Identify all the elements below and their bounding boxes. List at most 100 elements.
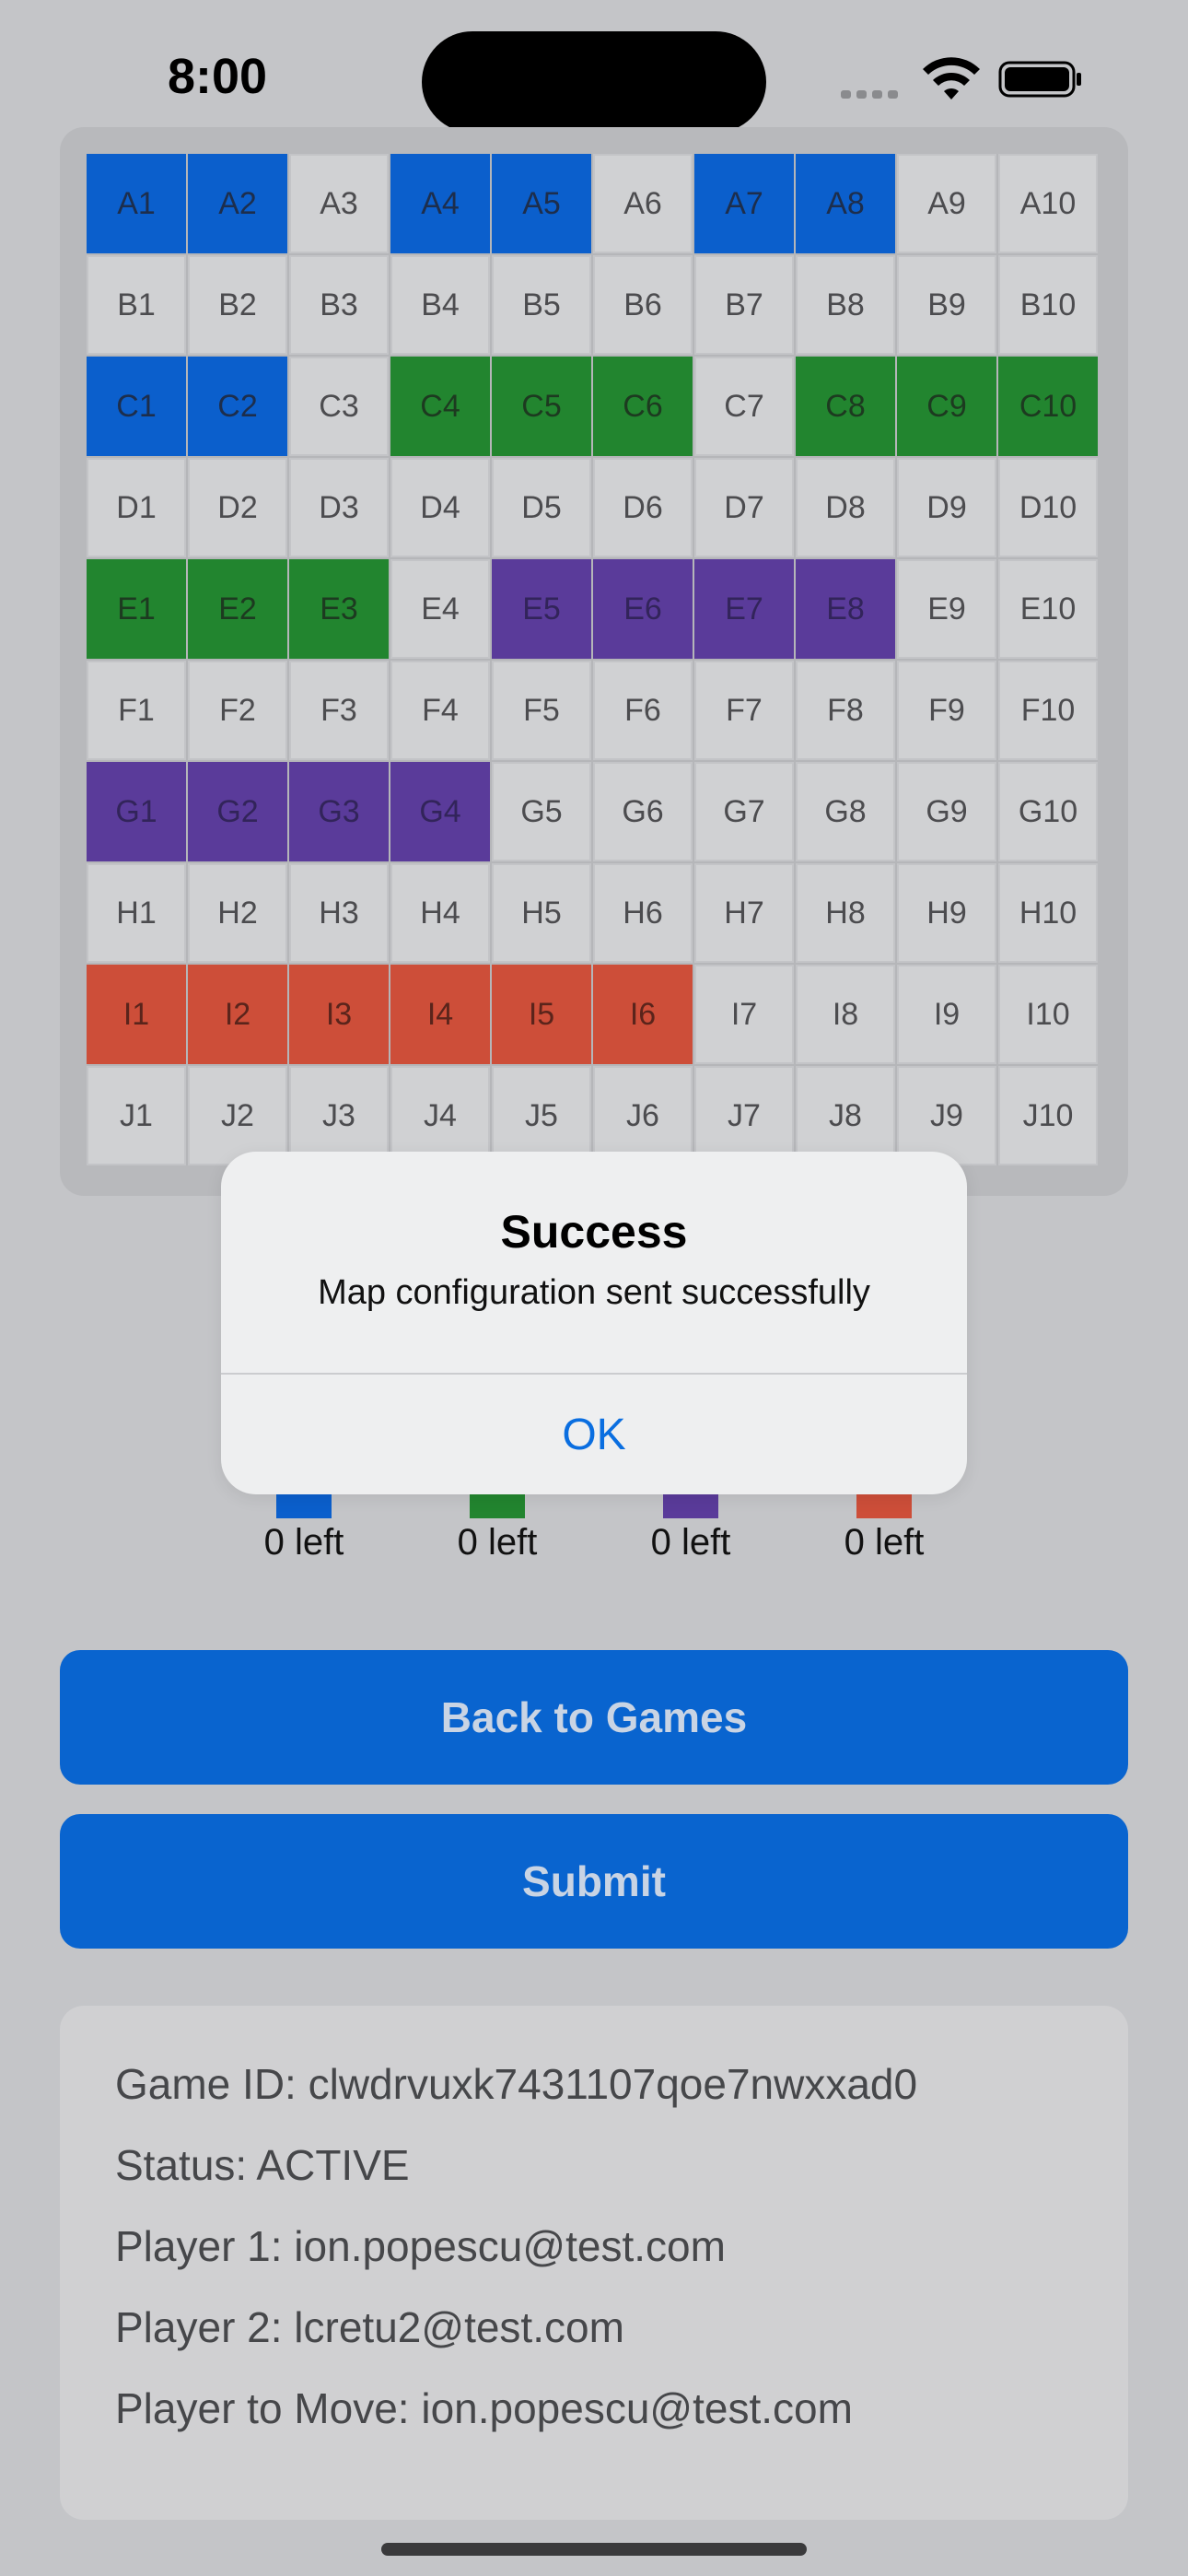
board-cell-d5[interactable]: D5 [492,458,591,557]
board-cell-b8[interactable]: B8 [796,255,895,355]
board-cell-e10[interactable]: E10 [998,559,1098,659]
board-cell-f10[interactable]: F10 [998,661,1098,760]
board-cell-c6[interactable]: C6 [593,357,693,456]
board-cell-g2[interactable]: G2 [188,762,287,861]
board-cell-c7[interactable]: C7 [694,357,794,456]
board-cell-j7[interactable]: J7 [694,1066,794,1165]
board-cell-f8[interactable]: F8 [796,661,895,760]
board-cell-f1[interactable]: F1 [87,661,186,760]
board-cell-a2[interactable]: A2 [188,154,287,253]
board-cell-a4[interactable]: A4 [390,154,490,253]
board-cell-j5[interactable]: J5 [492,1066,591,1165]
board-cell-e4[interactable]: E4 [390,559,490,659]
board-cell-j2[interactable]: J2 [188,1066,287,1165]
board-cell-f7[interactable]: F7 [694,661,794,760]
board-cell-h3[interactable]: H3 [289,863,389,963]
board-cell-e3[interactable]: E3 [289,559,389,659]
board-cell-f4[interactable]: F4 [390,661,490,760]
board-cell-g10[interactable]: G10 [998,762,1098,861]
board-cell-d7[interactable]: D7 [694,458,794,557]
board-cell-e2[interactable]: E2 [188,559,287,659]
board-cell-f9[interactable]: F9 [897,661,996,760]
board-cell-d10[interactable]: D10 [998,458,1098,557]
board-cell-e6[interactable]: E6 [593,559,693,659]
board-cell-i10[interactable]: I10 [998,965,1098,1064]
board-cell-f6[interactable]: F6 [593,661,693,760]
board-cell-g4[interactable]: G4 [390,762,490,861]
board-cell-a5[interactable]: A5 [492,154,591,253]
board-cell-g1[interactable]: G1 [87,762,186,861]
board-cell-i3[interactable]: I3 [289,965,389,1064]
board-cell-e8[interactable]: E8 [796,559,895,659]
board-cell-i1[interactable]: I1 [87,965,186,1064]
board-cell-d8[interactable]: D8 [796,458,895,557]
board-cell-j9[interactable]: J9 [897,1066,996,1165]
board-cell-e5[interactable]: E5 [492,559,591,659]
board-cell-i6[interactable]: I6 [593,965,693,1064]
board-cell-a8[interactable]: A8 [796,154,895,253]
board-cell-d2[interactable]: D2 [188,458,287,557]
board-cell-a3[interactable]: A3 [289,154,389,253]
board-cell-b3[interactable]: B3 [289,255,389,355]
board-cell-j4[interactable]: J4 [390,1066,490,1165]
board-cell-b7[interactable]: B7 [694,255,794,355]
board-cell-b6[interactable]: B6 [593,255,693,355]
board-cell-h2[interactable]: H2 [188,863,287,963]
board-cell-h9[interactable]: H9 [897,863,996,963]
board-cell-b9[interactable]: B9 [897,255,996,355]
board-cell-e1[interactable]: E1 [87,559,186,659]
board-cell-c3[interactable]: C3 [289,357,389,456]
board-cell-a6[interactable]: A6 [593,154,693,253]
board-cell-i4[interactable]: I4 [390,965,490,1064]
board-cell-d4[interactable]: D4 [390,458,490,557]
board-cell-a10[interactable]: A10 [998,154,1098,253]
submit-button[interactable]: Submit [60,1814,1128,1949]
board-cell-g5[interactable]: G5 [492,762,591,861]
board-cell-h10[interactable]: H10 [998,863,1098,963]
board-cell-a7[interactable]: A7 [694,154,794,253]
board-cell-f2[interactable]: F2 [188,661,287,760]
board-cell-c5[interactable]: C5 [492,357,591,456]
board-cell-g6[interactable]: G6 [593,762,693,861]
board-cell-d9[interactable]: D9 [897,458,996,557]
board-cell-g8[interactable]: G8 [796,762,895,861]
board-cell-h8[interactable]: H8 [796,863,895,963]
board-cell-j6[interactable]: J6 [593,1066,693,1165]
board-cell-i9[interactable]: I9 [897,965,996,1064]
board-cell-b10[interactable]: B10 [998,255,1098,355]
board-cell-h5[interactable]: H5 [492,863,591,963]
board-cell-g7[interactable]: G7 [694,762,794,861]
back-to-games-button[interactable]: Back to Games [60,1650,1128,1785]
board-cell-f3[interactable]: F3 [289,661,389,760]
board-cell-d6[interactable]: D6 [593,458,693,557]
board-cell-b2[interactable]: B2 [188,255,287,355]
board-cell-i8[interactable]: I8 [796,965,895,1064]
board-cell-j10[interactable]: J10 [998,1066,1098,1165]
board-cell-c4[interactable]: C4 [390,357,490,456]
board-cell-b4[interactable]: B4 [390,255,490,355]
board-cell-g3[interactable]: G3 [289,762,389,861]
board-cell-j8[interactable]: J8 [796,1066,895,1165]
board-cell-d1[interactable]: D1 [87,458,186,557]
alert-ok-button[interactable]: OK [221,1375,967,1494]
board-cell-h6[interactable]: H6 [593,863,693,963]
board-cell-c1[interactable]: C1 [87,357,186,456]
board-cell-c2[interactable]: C2 [188,357,287,456]
board-cell-i7[interactable]: I7 [694,965,794,1064]
board-cell-c8[interactable]: C8 [796,357,895,456]
board-cell-e7[interactable]: E7 [694,559,794,659]
board-cell-j1[interactable]: J1 [87,1066,186,1165]
board-cell-h7[interactable]: H7 [694,863,794,963]
board-cell-j3[interactable]: J3 [289,1066,389,1165]
board-cell-g9[interactable]: G9 [897,762,996,861]
board-cell-d3[interactable]: D3 [289,458,389,557]
board-cell-b5[interactable]: B5 [492,255,591,355]
board-cell-e9[interactable]: E9 [897,559,996,659]
board-cell-a9[interactable]: A9 [897,154,996,253]
board-cell-h1[interactable]: H1 [87,863,186,963]
board-cell-i5[interactable]: I5 [492,965,591,1064]
board-cell-f5[interactable]: F5 [492,661,591,760]
board-cell-b1[interactable]: B1 [87,255,186,355]
board-cell-c9[interactable]: C9 [897,357,996,456]
board-cell-i2[interactable]: I2 [188,965,287,1064]
